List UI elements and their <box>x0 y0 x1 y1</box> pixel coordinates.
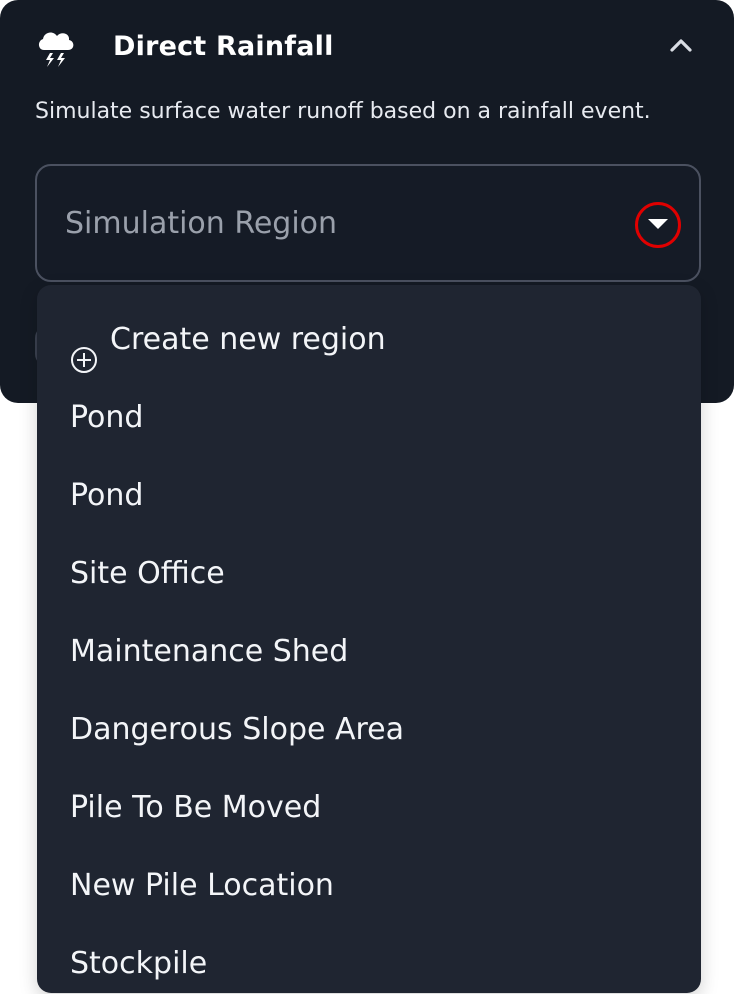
rain-cloud-icon <box>36 28 76 72</box>
panel-description: Simulate surface water runoff based on a… <box>35 99 651 124</box>
menu-item-stockpile[interactable]: Stockpile <box>37 925 701 993</box>
simulation-region-select[interactable]: Simulation Region <box>35 164 701 282</box>
panel-title: Direct Rainfall <box>113 31 334 62</box>
menu-item-pond[interactable]: Pond <box>37 379 701 457</box>
create-new-region-option[interactable]: Create new region <box>37 301 701 379</box>
region-dropdown-menu: Create new region Pond Pond Site Office … <box>37 285 701 993</box>
menu-item-site-office[interactable]: Site Office <box>37 535 701 613</box>
create-new-region-label: Create new region <box>110 322 386 357</box>
menu-item-dangerous-slope-area[interactable]: Dangerous Slope Area <box>37 691 701 769</box>
select-placeholder: Simulation Region <box>65 206 338 241</box>
caret-down-icon <box>647 216 669 235</box>
menu-item-new-pile-location[interactable]: New Pile Location <box>37 847 701 925</box>
dropdown-toggle-button[interactable] <box>635 202 681 248</box>
menu-item-maintenance-shed[interactable]: Maintenance Shed <box>37 613 701 691</box>
plus-circle-icon <box>70 326 98 373</box>
chevron-up-icon <box>669 37 693 57</box>
menu-item-pile-to-be-moved[interactable]: Pile To Be Moved <box>37 769 701 847</box>
collapse-button[interactable] <box>664 32 698 62</box>
panel-header[interactable]: Direct Rainfall <box>0 0 734 95</box>
menu-item-pond-2[interactable]: Pond <box>37 457 701 535</box>
